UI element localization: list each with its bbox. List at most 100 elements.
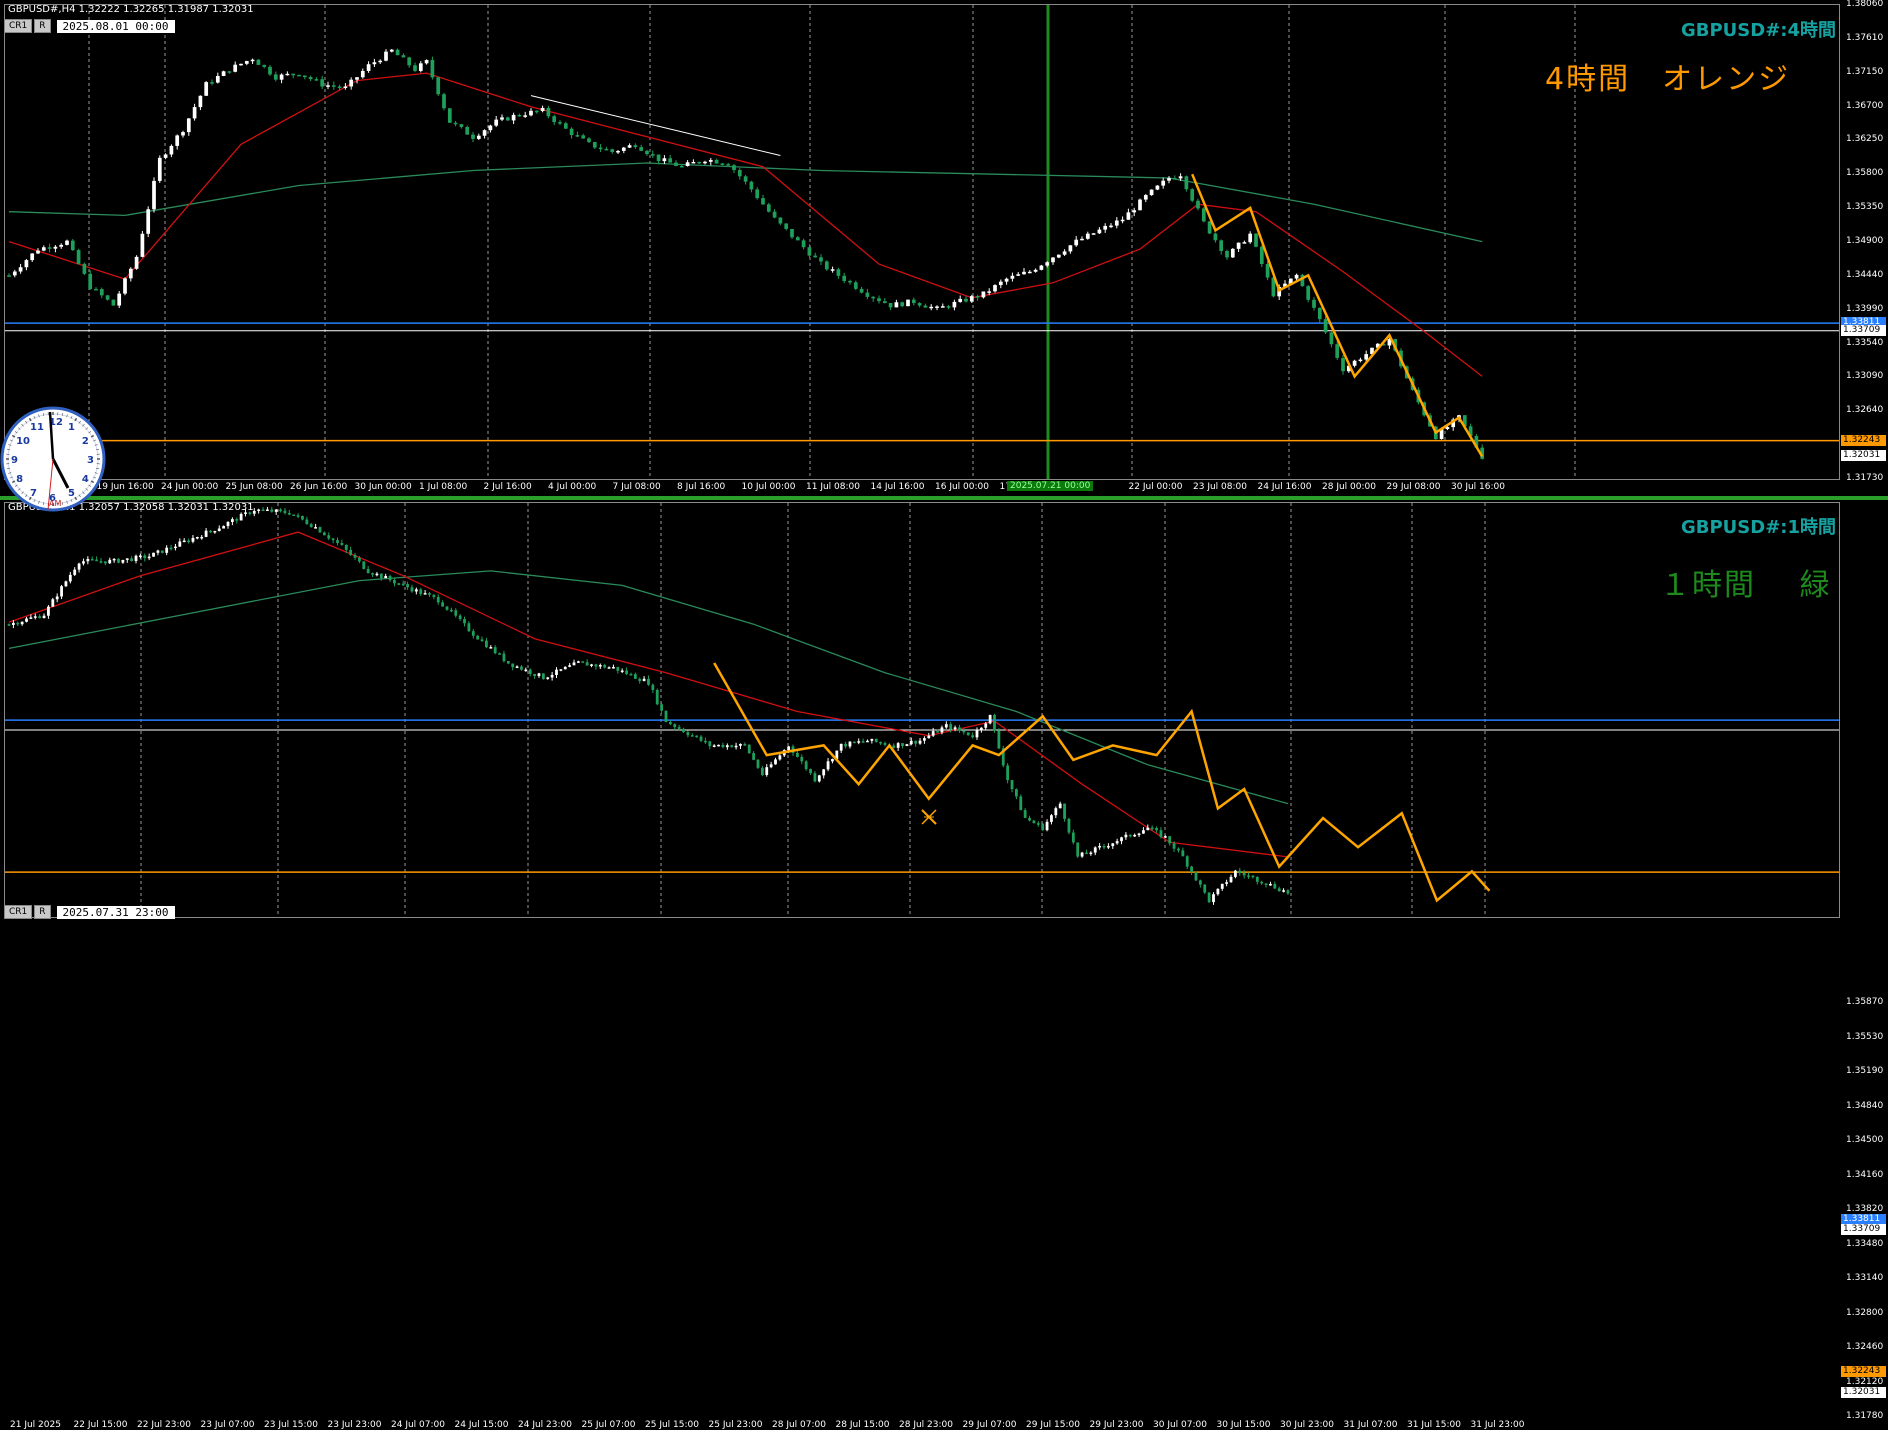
candle-body xyxy=(1330,332,1334,344)
candle xyxy=(390,49,394,52)
candle xyxy=(507,661,510,664)
h1-chart-canvas[interactable] xyxy=(5,503,1839,917)
h1-chart-panel[interactable]: GBPUSD#,H1 1.32057 1.32058 1.32031 1.320… xyxy=(0,500,1888,943)
h4-time-stamp: 2025.08.01 00:00 xyxy=(57,20,175,33)
candle xyxy=(1243,870,1246,878)
candle xyxy=(692,159,696,163)
candle xyxy=(239,64,243,66)
candle xyxy=(831,759,834,764)
candle xyxy=(1173,175,1177,179)
candle xyxy=(413,63,417,73)
price-tick-label: 1.32120 xyxy=(1846,1377,1883,1387)
candle xyxy=(297,513,300,518)
candle xyxy=(616,667,619,674)
candle-body xyxy=(397,583,400,585)
candle xyxy=(1221,884,1224,891)
candle-body xyxy=(511,664,514,668)
candle-body xyxy=(1273,884,1276,888)
candle xyxy=(875,738,878,742)
candle-body xyxy=(1076,842,1079,856)
candle xyxy=(748,744,751,754)
candle xyxy=(927,733,930,739)
price-tick-label: 1.35350 xyxy=(1846,202,1883,212)
candle xyxy=(895,300,899,308)
time-tick-label: 28 Jul 00:00 xyxy=(1322,482,1376,492)
candle xyxy=(945,721,948,729)
candle xyxy=(976,295,980,301)
candle xyxy=(1109,223,1113,228)
candle-body xyxy=(257,60,261,65)
candle-body xyxy=(1045,262,1049,265)
time-tick-label: 10 Jul 00:00 xyxy=(742,482,796,492)
candle xyxy=(1202,207,1206,222)
candle xyxy=(779,217,783,225)
candle-body xyxy=(1040,266,1044,270)
candle-body xyxy=(1127,212,1131,219)
time-tick-label: 22 Jul 23:00 xyxy=(137,1420,191,1430)
candle xyxy=(1063,803,1066,821)
candle-body xyxy=(275,510,278,512)
candle xyxy=(546,677,549,680)
candle-body xyxy=(506,117,510,120)
candle xyxy=(367,566,370,574)
h4-chart-panel[interactable]: GBPUSD#,H4 1.32222 1.32265 1.31987 1.320… xyxy=(0,0,1888,496)
h4-tab-r[interactable]: R xyxy=(34,19,50,33)
candle-body xyxy=(393,580,396,583)
candle xyxy=(216,73,220,84)
time-tick-label: 25 Jun 08:00 xyxy=(226,482,283,492)
candle-body xyxy=(71,241,75,250)
h1-plot-area[interactable] xyxy=(4,502,1840,918)
candle-body xyxy=(660,704,663,710)
candle xyxy=(755,187,759,200)
candle xyxy=(1054,807,1057,819)
candle xyxy=(200,535,203,540)
candle-body xyxy=(871,297,875,299)
candle-body xyxy=(634,145,638,147)
candle-body xyxy=(914,741,917,744)
candle xyxy=(750,181,754,193)
candle-body xyxy=(209,531,212,533)
candle xyxy=(1186,855,1189,869)
h1-tab-r[interactable]: R xyxy=(34,905,50,919)
candle xyxy=(174,544,177,551)
candle-body xyxy=(407,57,411,65)
candle-body xyxy=(83,264,87,274)
candle xyxy=(396,48,400,55)
candle xyxy=(982,291,986,298)
candle-body xyxy=(1098,846,1101,848)
candle-body xyxy=(235,519,238,521)
candle xyxy=(1273,882,1276,889)
candle-body xyxy=(577,661,580,663)
candle xyxy=(1011,273,1015,282)
candle-body xyxy=(529,670,532,674)
candle xyxy=(844,742,847,749)
candle-body xyxy=(454,610,457,615)
candle-body xyxy=(1086,234,1090,239)
h4-tab-cr1[interactable]: CR1 xyxy=(4,19,32,33)
candle-body xyxy=(489,647,492,649)
candle xyxy=(529,668,532,676)
candle xyxy=(1168,836,1171,846)
candle xyxy=(831,267,835,273)
h4-ticker-label: GBPUSD#:4時間 xyxy=(1681,16,1836,42)
candle-body xyxy=(761,198,765,204)
candle xyxy=(947,305,951,309)
candle-body xyxy=(73,570,76,575)
candle xyxy=(187,118,191,136)
candle xyxy=(813,253,817,258)
candle-body xyxy=(494,120,498,126)
price-tick-label: 1.33990 xyxy=(1846,304,1883,314)
candle xyxy=(1247,872,1250,879)
candle-body xyxy=(564,123,568,128)
candle-body xyxy=(319,527,322,532)
candle-body xyxy=(603,665,606,668)
candle-body xyxy=(1037,823,1040,825)
candle xyxy=(1359,358,1363,363)
candle xyxy=(656,689,659,706)
candle xyxy=(818,775,821,783)
candle xyxy=(257,509,260,514)
candle xyxy=(270,507,273,513)
candle-body xyxy=(164,154,168,157)
h1-tab-cr1[interactable]: CR1 xyxy=(4,905,32,919)
candle xyxy=(209,530,212,533)
